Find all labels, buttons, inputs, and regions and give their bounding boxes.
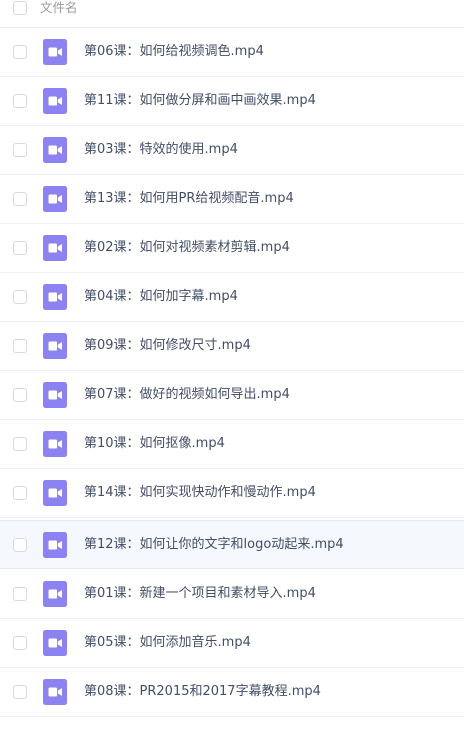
row-checkbox[interactable] — [13, 94, 27, 108]
row-checkbox[interactable] — [13, 486, 27, 500]
video-file-icon — [43, 88, 67, 114]
file-row[interactable]: 第05课：如何添加音乐.mp4 — [0, 619, 464, 668]
video-file-icon — [43, 333, 67, 359]
file-row[interactable]: 第08课：PR2015和2017字幕教程.mp4 — [0, 668, 464, 717]
file-name[interactable]: 第02课：如何对视频素材剪辑.mp4 — [84, 239, 290, 257]
video-file-icon — [43, 581, 67, 607]
video-file-icon — [43, 137, 67, 163]
video-file-icon — [43, 532, 67, 558]
row-checkbox[interactable] — [13, 45, 27, 59]
row-checkbox[interactable] — [13, 636, 27, 650]
file-name[interactable]: 第13课：如何用PR给视频配音.mp4 — [84, 190, 294, 208]
file-name[interactable]: 第01课：新建一个项目和素材导入.mp4 — [84, 585, 316, 603]
file-row[interactable]: 第11课：如何做分屏和画中画效果.mp4 — [0, 77, 464, 126]
row-checkbox[interactable] — [13, 437, 27, 451]
file-name[interactable]: 第11课：如何做分屏和画中画效果.mp4 — [84, 92, 316, 110]
video-file-icon — [43, 480, 67, 506]
file-name[interactable]: 第08课：PR2015和2017字幕教程.mp4 — [84, 683, 321, 701]
row-checkbox[interactable] — [13, 143, 27, 157]
row-checkbox[interactable] — [13, 587, 27, 601]
file-row[interactable]: 第14课：如何实现快动作和慢动作.mp4 — [0, 469, 464, 518]
file-list: 文件名 第06课：如何给视频调色.mp4 第11课：如何做分屏和画中画效果.mp… — [0, 0, 464, 743]
video-file-icon — [43, 39, 67, 65]
select-all-checkbox[interactable] — [13, 1, 27, 15]
file-row[interactable]: 第03课：特效的使用.mp4 — [0, 126, 464, 175]
row-checkbox[interactable] — [13, 388, 27, 402]
video-file-icon — [43, 630, 67, 656]
video-file-icon — [43, 284, 67, 310]
file-row[interactable]: 第10课：如何抠像.mp4 — [0, 420, 464, 469]
file-row[interactable]: 第12课：如何让你的文字和logo动起来.mp4 — [0, 520, 464, 569]
file-name[interactable]: 第06课：如何给视频调色.mp4 — [84, 43, 264, 61]
file-row[interactable]: 第09课：如何修改尺寸.mp4 — [0, 322, 464, 371]
file-row[interactable]: 第01课：新建一个项目和素材导入.mp4 — [0, 570, 464, 619]
video-file-icon — [43, 235, 67, 261]
row-checkbox[interactable] — [13, 290, 27, 304]
file-name[interactable]: 第04课：如何加字幕.mp4 — [84, 288, 238, 306]
file-name[interactable]: 第05课：如何添加音乐.mp4 — [84, 634, 251, 652]
video-file-icon — [43, 186, 67, 212]
file-row[interactable]: 第07课：做好的视频如何导出.mp4 — [0, 371, 464, 420]
video-file-icon — [43, 679, 67, 705]
file-name[interactable]: 第10课：如何抠像.mp4 — [84, 435, 225, 453]
file-name[interactable]: 第12课：如何让你的文字和logo动起来.mp4 — [84, 536, 344, 554]
video-file-icon — [43, 431, 67, 457]
row-checkbox[interactable] — [13, 538, 27, 552]
row-checkbox[interactable] — [13, 339, 27, 353]
file-name[interactable]: 第07课：做好的视频如何导出.mp4 — [84, 386, 290, 404]
file-row[interactable]: 第04课：如何加字幕.mp4 — [0, 273, 464, 322]
file-name[interactable]: 第03课：特效的使用.mp4 — [84, 141, 238, 159]
file-row[interactable]: 第06课：如何给视频调色.mp4 — [0, 28, 464, 77]
column-header-filename[interactable]: 文件名 — [40, 0, 78, 16]
file-name[interactable]: 第09课：如何修改尺寸.mp4 — [84, 337, 251, 355]
row-checkbox[interactable] — [13, 685, 27, 699]
file-row[interactable]: 第02课：如何对视频素材剪辑.mp4 — [0, 224, 464, 273]
video-file-icon — [43, 382, 67, 408]
row-checkbox[interactable] — [13, 192, 27, 206]
row-checkbox[interactable] — [13, 241, 27, 255]
file-row[interactable]: 第13课：如何用PR给视频配音.mp4 — [0, 175, 464, 224]
list-header: 文件名 — [0, 0, 464, 28]
file-name[interactable]: 第14课：如何实现快动作和慢动作.mp4 — [84, 484, 316, 502]
